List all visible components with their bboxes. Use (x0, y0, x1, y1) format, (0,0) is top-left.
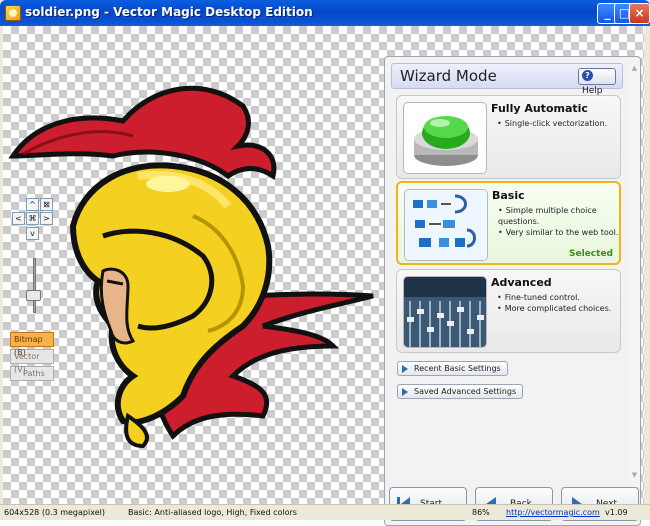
scroll-down-icon[interactable]: ▼ (629, 470, 640, 481)
help-icon: ? (582, 70, 593, 81)
play-arrow-icon (402, 388, 408, 396)
spartan-logo-image (8, 85, 374, 449)
view-toggle-group: Bitmap (B) Vector (V) Paths (10, 332, 54, 383)
zoom-fit-button[interactable]: ⊠ (40, 198, 53, 211)
option-description: Simple multiple choice questions. Very s… (498, 205, 619, 238)
option-description: Single-click vectorization. (497, 118, 607, 129)
option-fully-automatic[interactable]: Fully Automatic Single-click vectorizati… (396, 95, 621, 179)
saved-advanced-settings-button[interactable]: Saved Advanced Settings (397, 384, 524, 399)
zoom-slider-track[interactable] (33, 258, 36, 313)
saved-advanced-settings-label: Saved Advanced Settings (414, 387, 517, 396)
app-window: soldier.png - Vector Magic Desktop Editi… (0, 0, 650, 526)
zoom-slider-thumb[interactable] (26, 290, 41, 301)
pan-left-button[interactable]: < (12, 212, 25, 225)
image-dimensions: 604x528 (0.3 megapixel) (4, 508, 105, 517)
option-bullet: Very similar to the web tool. (498, 227, 619, 238)
wizard-title: Wizard Mode (400, 67, 497, 85)
mixing-console-icon (403, 276, 487, 348)
status-bar: 604x528 (0.3 megapixel) Basic: Anti-alia… (0, 504, 650, 520)
green-button-icon (403, 102, 487, 174)
window-title: soldier.png - Vector Magic Desktop Editi… (25, 5, 313, 19)
workflow-diagram-icon (404, 189, 488, 261)
pan-up-button[interactable]: ^ (26, 198, 39, 211)
pan-down-button[interactable]: v (26, 227, 39, 240)
option-description: Fine-tuned control. More complicated cho… (497, 292, 612, 314)
selected-status-label: Selected (569, 249, 613, 259)
wizard-header: Wizard Mode ?Help (391, 63, 623, 96)
version-label: v1.09 (605, 508, 628, 517)
option-title: Fully Automatic (491, 102, 588, 115)
vector-view-button[interactable]: Vector (V) (10, 349, 54, 374)
scroll-up-icon[interactable]: ▲ (629, 63, 640, 74)
option-bullet: Single-click vectorization. (497, 118, 607, 129)
website-link[interactable]: http://vectormagic.com (506, 508, 600, 517)
option-title: Basic (492, 189, 525, 202)
app-icon (5, 5, 21, 21)
wizard-panel: Wizard Mode ?Help ▲ ▼ Fully Automatic • … (384, 56, 641, 526)
vectorization-settings: Basic: Anti-aliased logo, High, Fixed co… (128, 508, 297, 517)
option-advanced[interactable]: Advanced Fine-tuned control. More compli… (396, 269, 621, 353)
option-bullet: Simple multiple choice questions. (498, 205, 619, 227)
pan-center-button[interactable]: ⌘ (26, 212, 39, 225)
image-canvas[interactable]: ^ ⊠ < ⌘ > v Bitmap (B) Vector (V) Paths … (3, 26, 644, 526)
option-basic[interactable]: Basic Simple multiple choice questions. … (396, 181, 621, 265)
help-button[interactable]: ?Help (578, 68, 616, 96)
play-arrow-icon (402, 365, 408, 373)
wizard-scrollbar[interactable]: ▲ ▼ (629, 63, 640, 481)
recent-basic-settings-label: Recent Basic Settings (414, 364, 501, 373)
bitmap-view-button[interactable]: Bitmap (B) (10, 332, 54, 357)
zoom-level: 86% (472, 508, 490, 517)
option-bullet: More complicated choices. (497, 303, 612, 314)
close-button[interactable]: × (629, 3, 650, 24)
pan-navigation-pad: ^ ⊠ < ⌘ > v (11, 198, 57, 242)
recent-basic-settings-button[interactable]: Recent Basic Settings (397, 361, 508, 376)
title-bar: soldier.png - Vector Magic Desktop Editi… (0, 0, 650, 26)
option-title: Advanced (491, 276, 552, 289)
option-bullet: Fine-tuned control. (497, 292, 611, 303)
pan-right-button[interactable]: > (40, 212, 53, 225)
